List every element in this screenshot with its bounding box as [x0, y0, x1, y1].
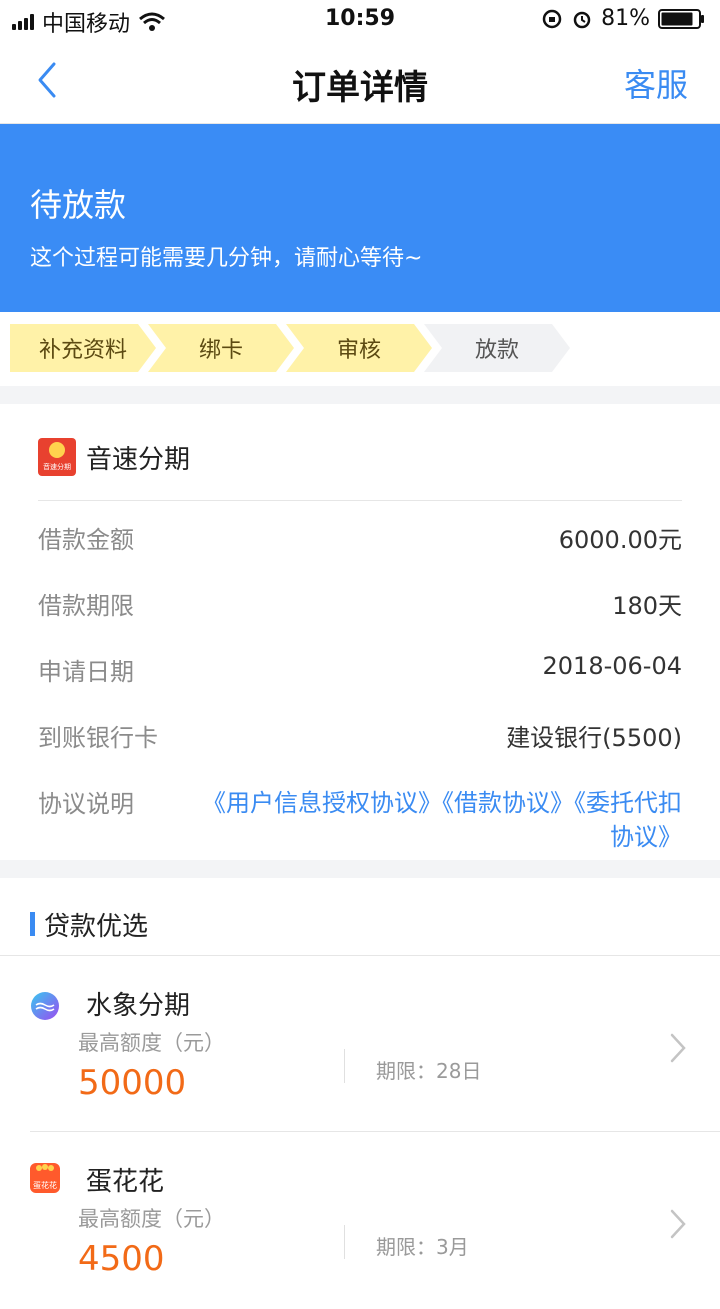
loan-name: 蛋花花: [86, 1167, 165, 1197]
max-amount-label: 最高额度（元）: [78, 1207, 225, 1231]
detail-value: 2018-06-04: [542, 652, 682, 680]
detail-label: 协议说明: [38, 790, 134, 818]
step-supplement: 补充资料: [10, 324, 156, 372]
loan-term: 期限：3月: [376, 1235, 469, 1259]
progress-steps: 补充资料 绑卡 审核 放款: [10, 324, 710, 372]
product-logo: 音速分期: [38, 438, 76, 476]
step-label: 放款: [474, 338, 519, 363]
loan-item[interactable]: 水象分期 最高额度（元） 50000 期限：28日: [0, 957, 720, 1133]
status-description: 这个过程可能需要几分钟，请耐心等待~: [30, 246, 423, 271]
chevron-right-icon: [670, 1209, 686, 1239]
product-logo-text: 音速分期: [43, 463, 71, 471]
divider: [344, 1225, 345, 1259]
loan-term: 期限：28日: [376, 1059, 482, 1083]
divider: [30, 1131, 720, 1132]
step-review: 审核: [286, 324, 432, 372]
section-title: 贷款优选: [44, 912, 149, 942]
recommend-header: 贷款优选: [0, 878, 720, 956]
order-details: 音速分期 音速分期 借款金额 6000.00元 借款期限 180天 申请日期 2…: [0, 404, 720, 860]
detail-label: 到账银行卡: [38, 724, 158, 752]
order-status: 待放款: [30, 186, 127, 224]
max-amount-label: 最高额度（元）: [78, 1031, 225, 1055]
detail-label: 借款金额: [38, 526, 134, 554]
status-banner: 待放款 这个过程可能需要几分钟，请耐心等待~: [0, 124, 720, 312]
page-title: 订单详情: [292, 68, 428, 108]
rotation-lock-icon: [542, 9, 562, 28]
max-amount: 50000: [78, 1063, 187, 1103]
accent-bar: [30, 912, 35, 936]
detail-label: 申请日期: [38, 658, 134, 686]
section-gap: [0, 386, 720, 404]
detail-value: 6000.00元: [558, 526, 682, 554]
step-label: 绑卡: [198, 338, 243, 363]
divider: [38, 500, 682, 501]
step-label: 补充资料: [38, 338, 127, 363]
status-bar: 中国移动 10:59 81%: [0, 0, 720, 40]
detail-value: 建设银行(5500): [506, 724, 682, 752]
chevron-right-icon: [670, 1033, 686, 1063]
coin-icon: [49, 442, 65, 458]
detail-label: 借款期限: [38, 592, 134, 620]
detail-row-term: 借款期限 180天: [38, 586, 682, 626]
detail-value: 180天: [612, 592, 682, 620]
egg-logo-text: 蛋花花: [33, 1181, 57, 1190]
step-payout: 放款: [424, 324, 570, 372]
battery-icon: [658, 8, 704, 29]
detail-row-bank-card: 到账银行卡 建设银行(5500): [38, 718, 682, 758]
nav-bar: 订单详情 客服: [0, 40, 720, 124]
agreement-links[interactable]: 《用户信息授权协议》《借款协议》《委托代扣协议》: [200, 786, 682, 854]
customer-service-button[interactable]: 客服: [624, 60, 688, 106]
water-drop-logo-icon: [31, 992, 59, 1020]
detail-row-date: 申请日期 2018-06-04: [38, 652, 682, 692]
alarm-icon: [573, 11, 591, 28]
battery-percent: 81%: [601, 6, 650, 31]
divider: [344, 1049, 345, 1083]
loan-name: 水象分期: [86, 991, 191, 1021]
loan-item[interactable]: 蛋花花 蛋花花 最高额度（元） 4500 期限：3月: [0, 1133, 720, 1309]
max-amount: 4500: [78, 1239, 165, 1279]
product-header: 音速分期 音速分期: [38, 438, 190, 476]
section-gap: [0, 860, 720, 878]
step-bind-card: 绑卡: [148, 324, 294, 372]
step-label: 审核: [336, 338, 381, 363]
detail-row-amount: 借款金额 6000.00元: [38, 520, 682, 560]
product-name: 音速分期: [86, 444, 191, 475]
